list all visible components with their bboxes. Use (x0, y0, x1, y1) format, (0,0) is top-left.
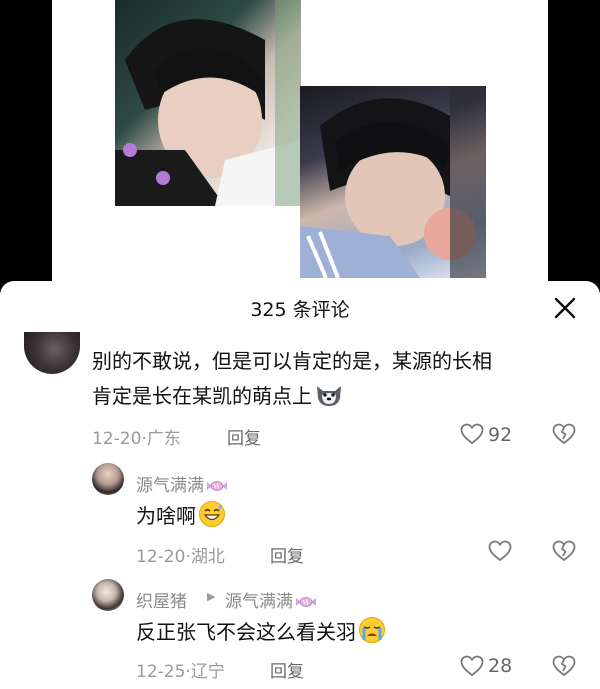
comment-location: 湖北 (190, 547, 225, 567)
husky-emoji (314, 382, 344, 416)
avatar[interactable] (92, 463, 124, 495)
reply-button[interactable]: 回复 (270, 542, 304, 567)
broken-heart-icon[interactable] (552, 423, 576, 449)
comment-text-line: 别的不敢说，但是可以肯定的是，某源的长相 (92, 349, 492, 373)
broken-heart-icon[interactable] (552, 655, 576, 681)
like-count: 28 (488, 655, 513, 677)
reply-user-name[interactable]: 源气满满 (136, 471, 228, 498)
reply-text-content: 为啥啊 (136, 504, 196, 528)
reply-user-name[interactable]: 织屋猪 (136, 587, 187, 612)
reply-button[interactable]: 回复 (270, 657, 304, 682)
candy-icon (206, 478, 228, 498)
heart-outline-icon[interactable] (460, 655, 484, 681)
comment-count-title: 325 条评论 (250, 299, 350, 321)
post-media[interactable] (52, 0, 548, 285)
post-photo-1[interactable] (115, 0, 301, 206)
comment-sheet: 325 条评论 别的不敢说，但是可以肯定的是，某源的长相 肯定是长在某凯的萌点上… (0, 281, 600, 689)
comment-date: 12-20 (136, 547, 186, 567)
comment-text: 别的不敢说，但是可以肯定的是，某源的长相 (92, 346, 492, 376)
comment-location: 辽宁 (190, 662, 225, 682)
like-count: 92 (488, 424, 513, 446)
user-name[interactable]: 源气满满 (136, 476, 204, 496)
comment-date: 12-20 (92, 429, 142, 449)
crying-emoji (358, 616, 386, 652)
avatar[interactable] (92, 579, 124, 611)
user-name[interactable]: 织屋猪 (136, 592, 187, 612)
avatar[interactable] (24, 332, 80, 374)
comment-text-line: 肯定是长在某凯的萌点上 (92, 384, 312, 408)
reply-button[interactable]: 回复 (227, 424, 261, 449)
comment-meta: 12-20·广东 (92, 424, 181, 449)
comment-location: 广东 (146, 429, 181, 449)
reply-meta: 12-20·湖北 (136, 542, 225, 567)
grinning-sweat-emoji (198, 500, 226, 536)
heart-outline-icon[interactable] (488, 540, 512, 566)
reply-text-content: 反正张飞不会这么看关羽 (136, 620, 356, 644)
reply-text: 为啥啊 (136, 500, 226, 536)
reply-text: 反正张飞不会这么看关羽 (136, 616, 386, 652)
broken-heart-icon[interactable] (552, 540, 576, 566)
heart-outline-icon[interactable] (460, 423, 484, 449)
reply-arrow-icon: ▶ (207, 590, 216, 603)
candy-icon (295, 594, 317, 614)
comment-date: 12-25 (136, 662, 186, 682)
close-icon[interactable] (552, 295, 578, 321)
user-name[interactable]: 源气满满 (225, 592, 293, 612)
comment-text: 肯定是长在某凯的萌点上 (92, 381, 344, 416)
post-photo-2[interactable] (300, 86, 486, 278)
reply-to-user-name[interactable]: 源气满满 (225, 587, 317, 614)
reply-meta: 12-25·辽宁 (136, 657, 225, 682)
